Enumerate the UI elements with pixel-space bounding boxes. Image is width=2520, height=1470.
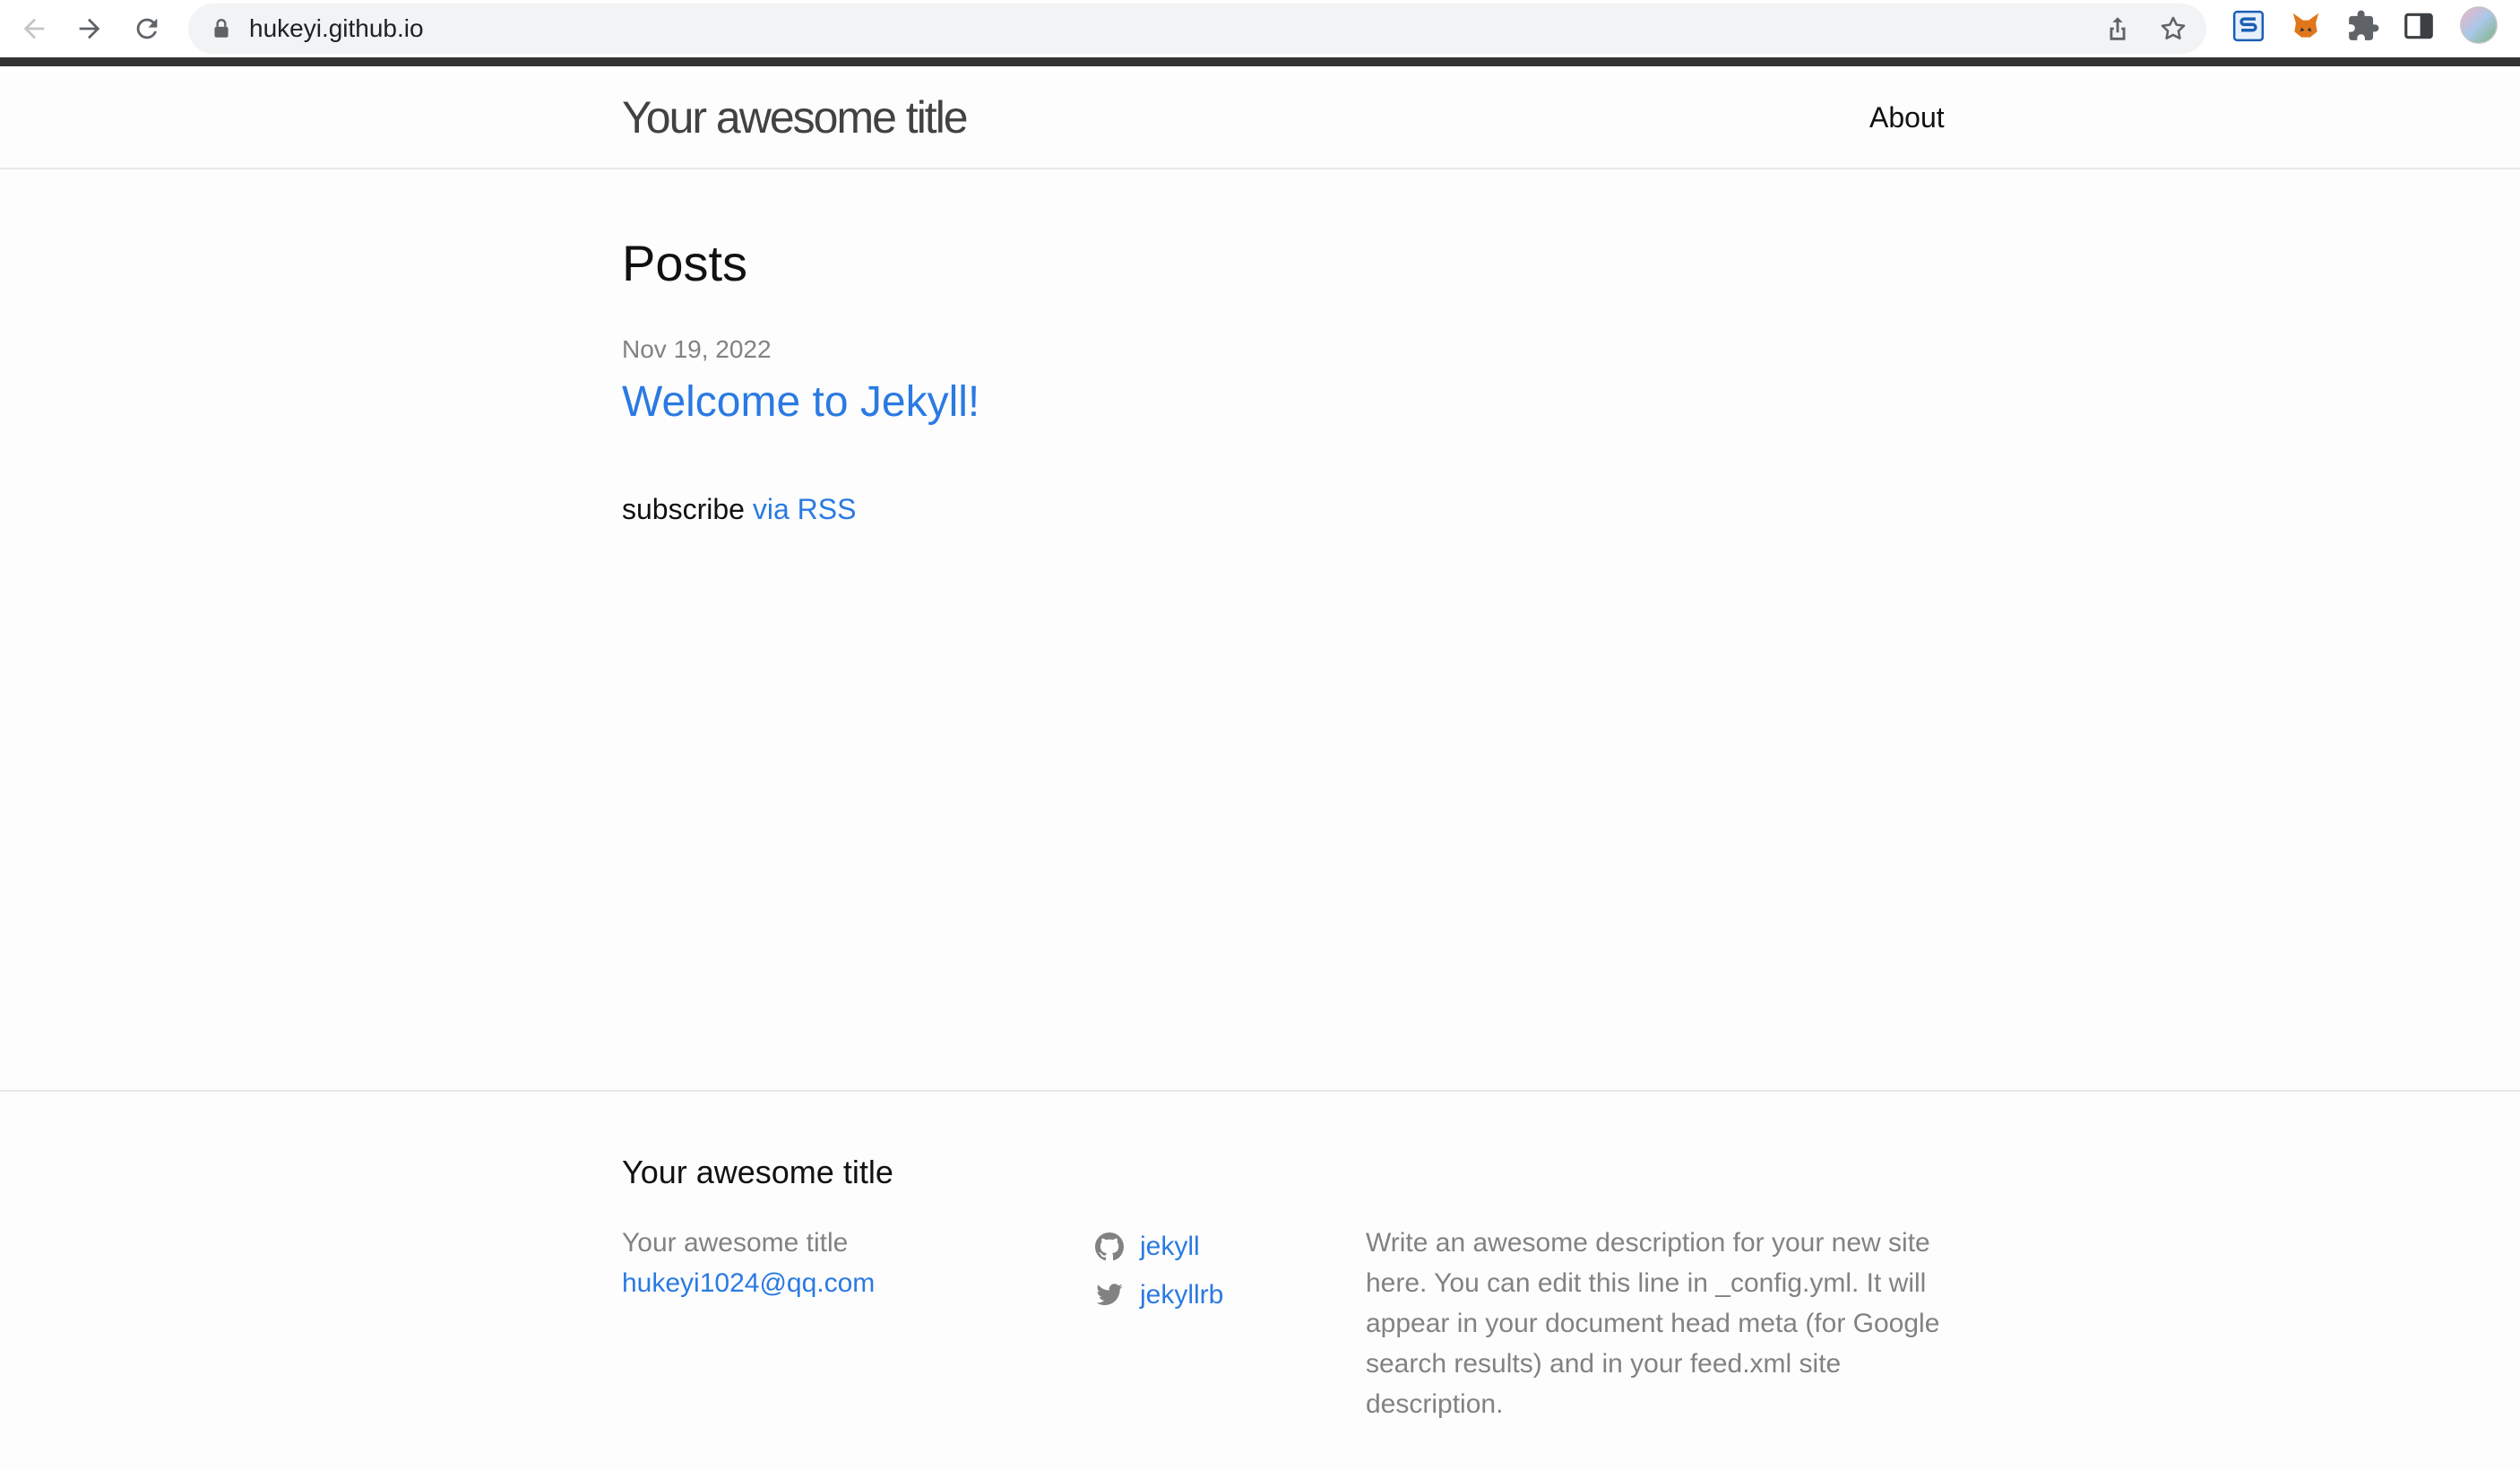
- posts-heading: Posts: [622, 235, 748, 291]
- site-header: Your awesome title About: [0, 66, 2520, 169]
- twitter-icon[interactable]: [1095, 1281, 1124, 1310]
- subscribe-label: subscribe: [622, 493, 745, 525]
- social-item-twitter: jekyllrb: [1095, 1271, 1223, 1319]
- metamask-fox-icon[interactable]: [2289, 9, 2323, 43]
- rss-link[interactable]: via RSS: [753, 493, 857, 525]
- address-bar[interactable]: hukeyi.github.io: [188, 4, 2206, 54]
- extension-s-icon[interactable]: [2231, 9, 2265, 43]
- github-link[interactable]: jekyll: [1140, 1223, 1200, 1271]
- social-item-github: jekyll: [1095, 1223, 1223, 1271]
- subscribe-line: subscribe via RSS: [622, 489, 856, 529]
- footer-site-name: Your awesome title: [622, 1228, 849, 1258]
- side-panel-icon[interactable]: [2402, 9, 2436, 43]
- reload-icon[interactable]: [125, 7, 168, 50]
- profile-avatar-icon[interactable]: [2459, 5, 2498, 45]
- footer-social: jekyll jekyllrb: [1095, 1223, 1223, 1319]
- forward-arrow-icon[interactable]: [68, 7, 111, 50]
- twitter-link[interactable]: jekyllrb: [1140, 1271, 1223, 1319]
- site-top-border: [0, 57, 2520, 66]
- post-title-link[interactable]: Welcome to Jekyll!: [622, 375, 980, 430]
- browser-toolbar: hukeyi.github.io: [0, 0, 2520, 57]
- lock-icon[interactable]: [210, 17, 233, 40]
- footer-contact: Your awesome title hukeyi1024@qq.com: [622, 1223, 875, 1303]
- back-arrow-icon[interactable]: [13, 7, 56, 50]
- bookmark-star-icon[interactable]: [2158, 13, 2188, 44]
- post-date: Nov 19, 2022: [622, 335, 772, 363]
- url-text: hukeyi.github.io: [249, 14, 424, 42]
- footer-email-link[interactable]: hukeyi1024@qq.com: [622, 1263, 875, 1303]
- puzzle-icon[interactable]: [2346, 9, 2380, 43]
- share-icon[interactable]: [2102, 13, 2133, 44]
- github-icon[interactable]: [1095, 1232, 1124, 1261]
- site-footer: Your awesome title Your awesome title hu…: [0, 1090, 2520, 1470]
- site-title-link[interactable]: Your awesome title: [622, 66, 969, 169]
- footer-heading: Your awesome title: [622, 1154, 893, 1190]
- site-description: Write an awesome description for your ne…: [1366, 1228, 1940, 1419]
- nav-link-about[interactable]: About: [1869, 66, 1945, 169]
